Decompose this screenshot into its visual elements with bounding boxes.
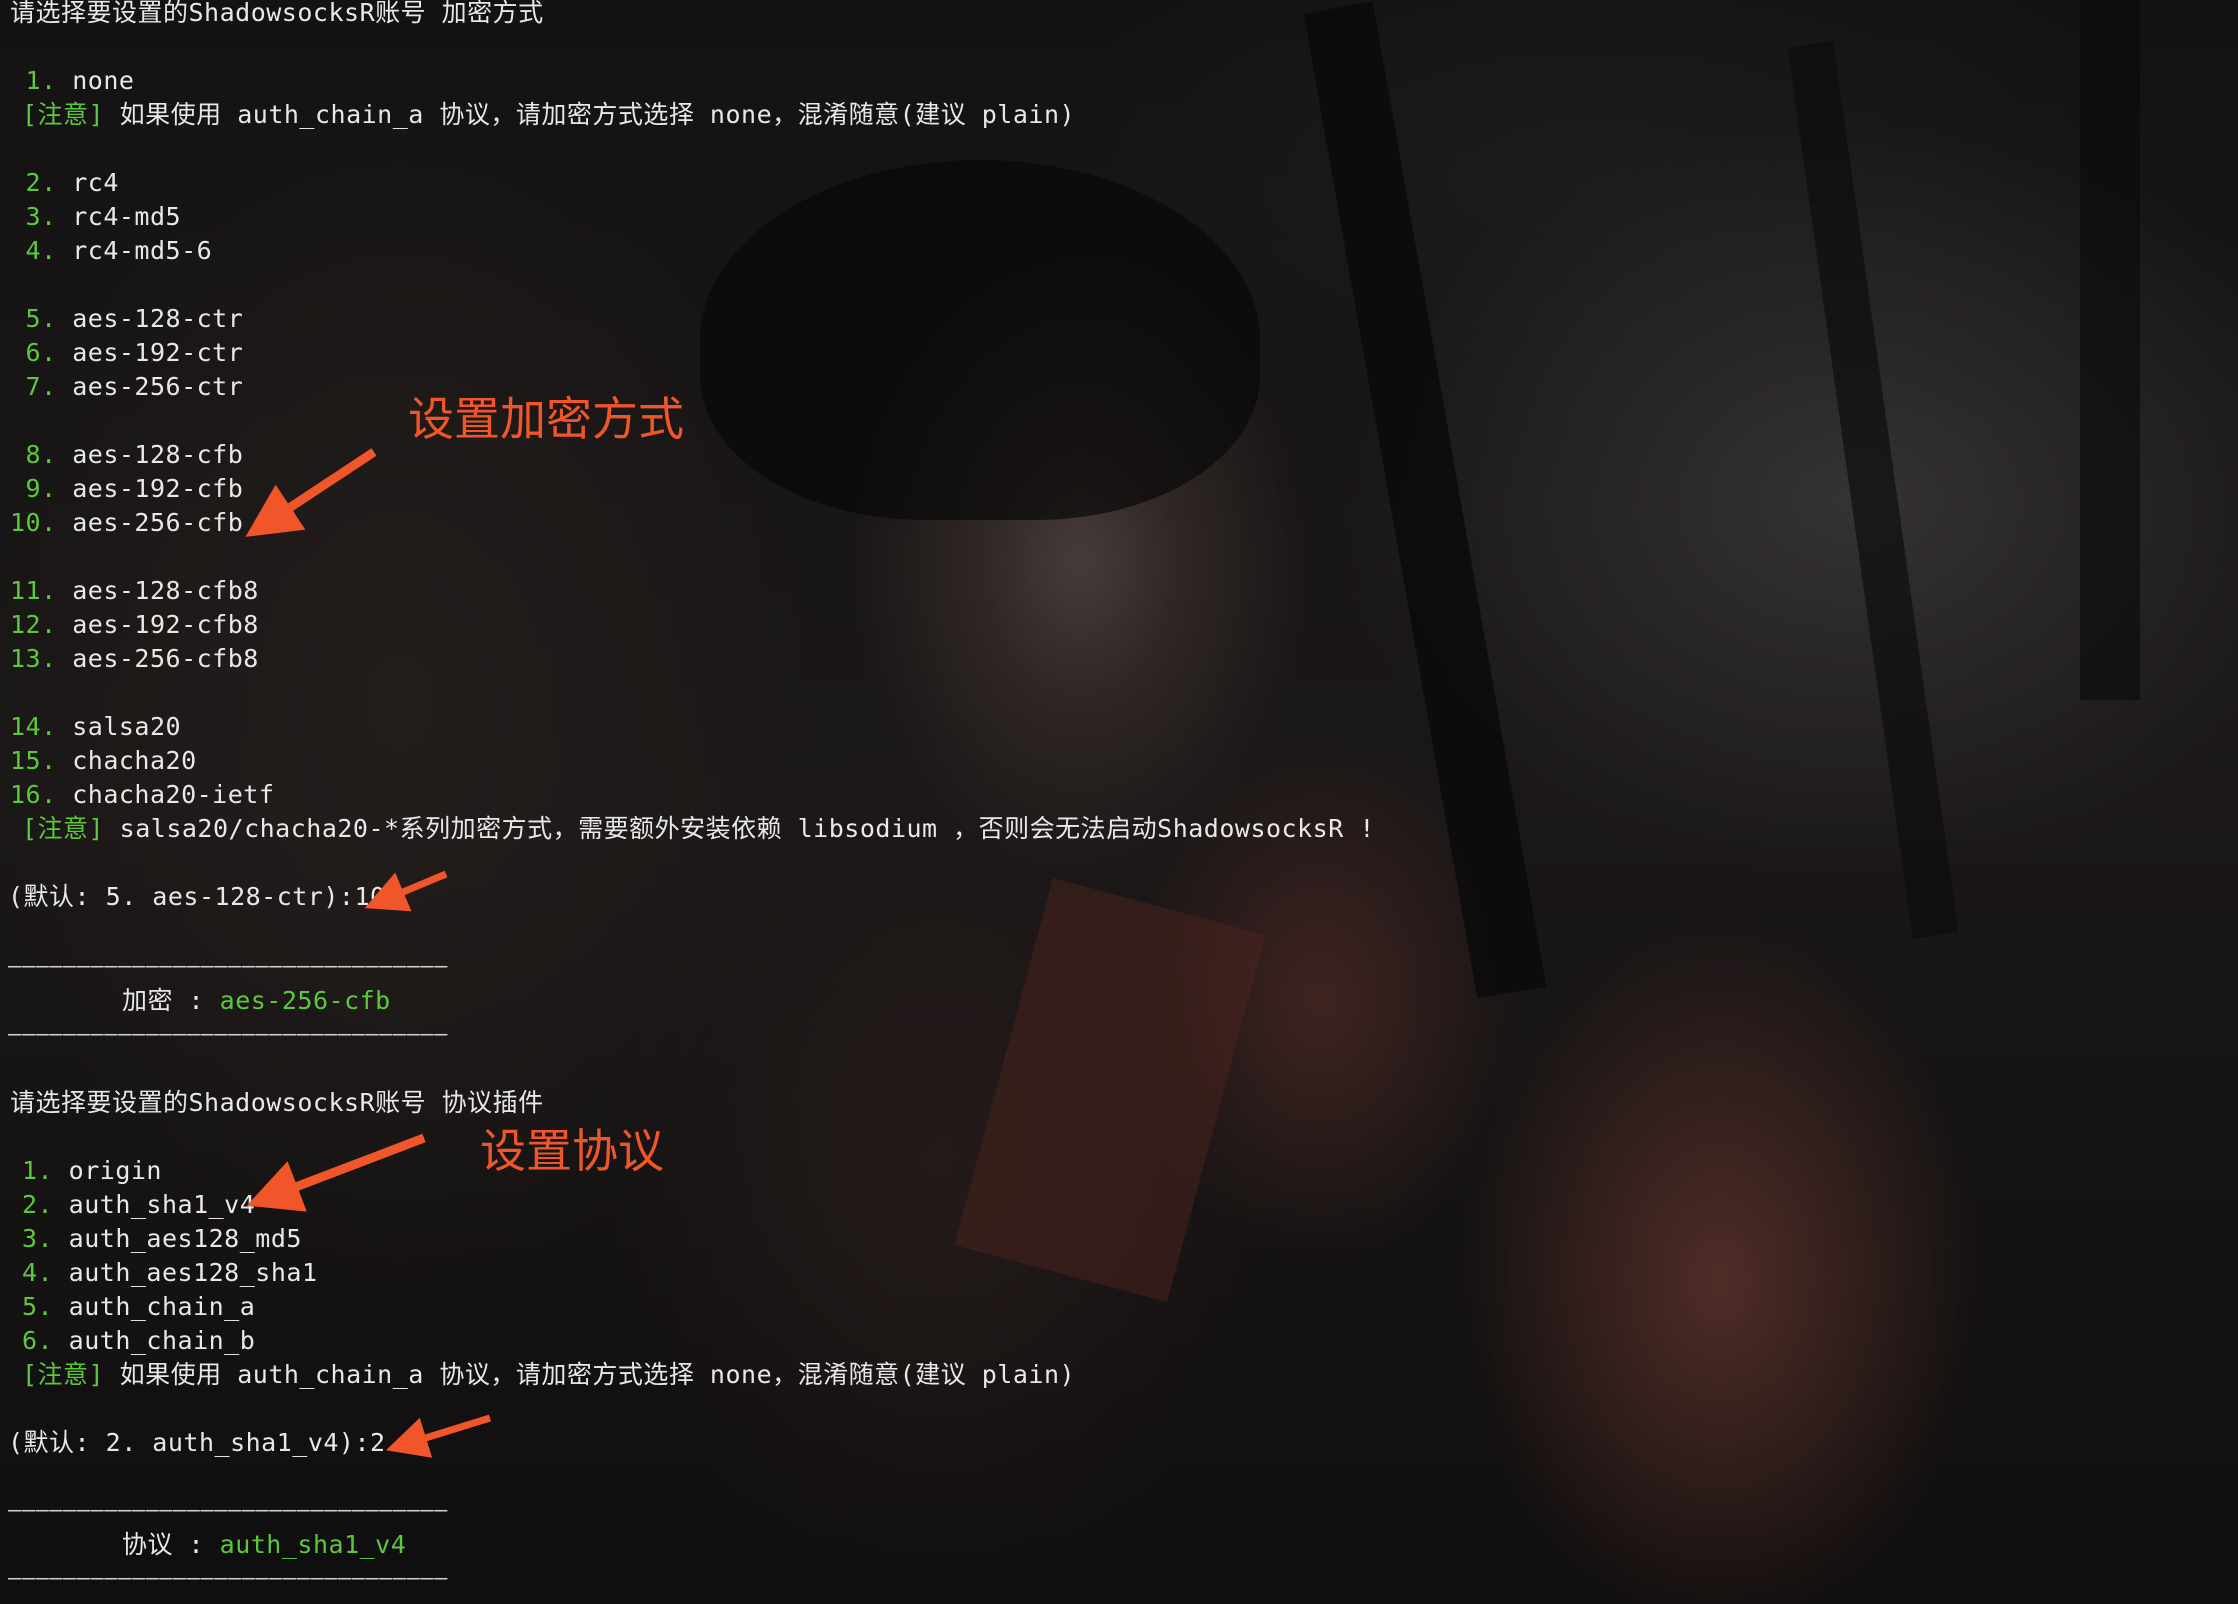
annotation-arrows (245, 448, 492, 1458)
arrow-to-auth-sha1-v4 (246, 1133, 426, 1212)
arrow-to-aes-256-cfb (245, 448, 377, 537)
arrow-to-protocol-input (385, 1414, 492, 1458)
arrow-to-encryption-input (364, 870, 448, 912)
